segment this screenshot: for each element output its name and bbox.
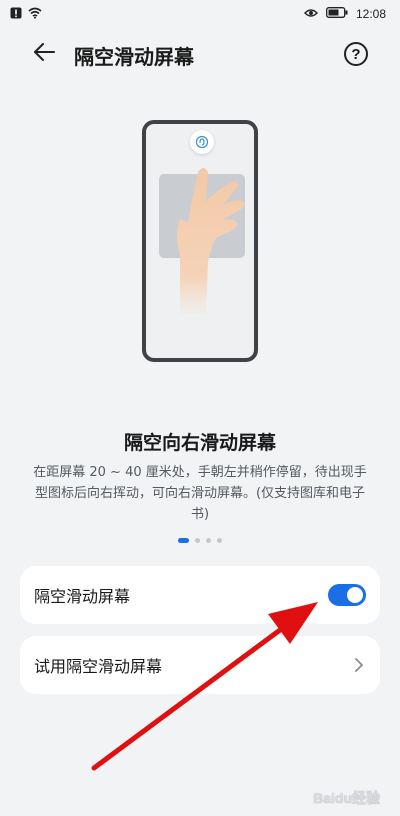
battery-icon	[326, 7, 348, 21]
air-swipe-toggle-row[interactable]: 隔空滑动屏幕	[20, 566, 380, 624]
page-dot-3[interactable]	[206, 538, 211, 543]
air-swipe-toggle[interactable]	[328, 584, 366, 606]
status-left	[10, 7, 42, 22]
page-dot-1[interactable]	[178, 538, 189, 543]
page-dot-2[interactable]	[195, 538, 200, 543]
wifi-icon	[28, 7, 42, 22]
toggle-knob	[347, 587, 363, 603]
help-button[interactable]: ?	[344, 42, 368, 66]
hand-gesture-icon	[190, 130, 214, 154]
tutorial-description: 在距屏幕 20 ~ 40 厘米处，手朝左并稍作停留，待出现手型图标后向右挥动，可…	[33, 465, 367, 522]
watermark: Baidu经验	[313, 788, 380, 808]
page-title: 隔空滑动屏幕	[74, 45, 194, 69]
watermark-brand: Baidu经验	[313, 790, 380, 806]
page-indicator	[0, 538, 400, 543]
tutorial-title: 隔空向右滑动屏幕	[123, 432, 276, 454]
air-swipe-toggle-label: 隔空滑动屏幕	[34, 587, 131, 606]
help-icon: ?	[351, 45, 361, 63]
status-bar: 12:08	[0, 0, 400, 28]
back-button[interactable]	[30, 40, 58, 68]
chevron-right-icon	[352, 658, 366, 672]
status-time: 12:08	[355, 7, 386, 21]
gesture-illustration	[22, 86, 378, 408]
back-arrow-icon	[33, 43, 55, 65]
page-dot-4[interactable]	[217, 538, 222, 543]
try-air-swipe-label: 试用隔空滑动屏幕	[34, 657, 163, 676]
alert-icon	[10, 7, 22, 22]
hand-icon	[177, 168, 245, 314]
status-right: 12:08	[303, 7, 386, 21]
phone-illustration	[142, 120, 258, 362]
eye-icon	[303, 7, 318, 21]
app-bar: 隔空滑动屏幕 ?	[0, 32, 400, 76]
try-air-swipe-row[interactable]: 试用隔空滑动屏幕	[20, 636, 380, 694]
